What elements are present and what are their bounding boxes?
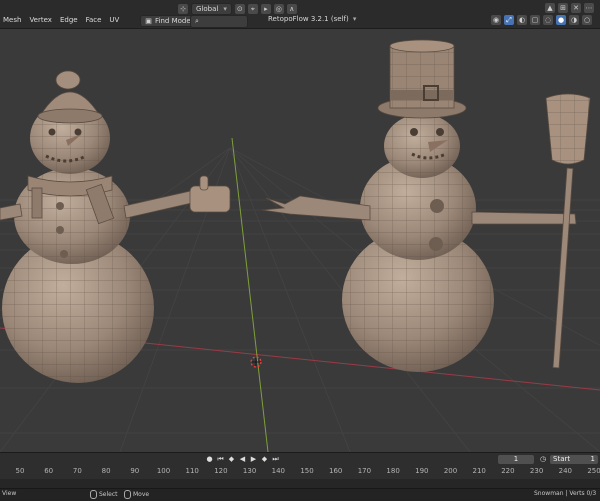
ruler-tick: 80 — [101, 467, 111, 475]
status-select-label: Select — [99, 491, 118, 498]
mouse-middle-icon — [124, 490, 131, 499]
status-move-label: Move — [133, 491, 150, 498]
viewport-scene — [0, 39, 600, 453]
prev-keyframe-icon[interactable]: ◆ — [227, 455, 236, 464]
ruler-tick: 250 — [587, 467, 600, 475]
wireframe-shading-icon[interactable]: ◌ — [543, 15, 553, 25]
status-move: Move — [124, 490, 149, 499]
gizmo-icon[interactable]: ⤢ — [504, 15, 514, 25]
orientation-axes-icon: ⊹ — [178, 4, 188, 14]
status-select: Select — [90, 490, 118, 499]
jump-end-icon[interactable]: ⏭ — [271, 455, 280, 464]
ruler-tick: 130 — [242, 467, 257, 475]
falloff-icon[interactable]: ∧ — [286, 4, 297, 14]
snowman-right[interactable] — [261, 39, 591, 372]
menu-face[interactable]: Face — [86, 16, 102, 24]
material-shading-icon[interactable]: ◑ — [569, 15, 579, 25]
ruler-tick: 120 — [214, 467, 228, 475]
start-value: 1 — [590, 455, 595, 463]
overlay-icon[interactable]: ◐ — [517, 15, 527, 25]
jump-start-icon[interactable]: ⏮ — [216, 455, 225, 464]
solid-shading-icon[interactable]: ● — [556, 15, 566, 25]
menu-edge[interactable]: Edge — [60, 16, 78, 24]
timeline-editor: ● ⏮ ◆ ◀ ▶ ◆ ⏭ 1 ◷ Start 1 50 60 70 80 90 100 1… — [0, 452, 600, 489]
play-icon[interactable]: ▶ — [249, 455, 258, 464]
addon-group: RetopoFlow 3.2.1 (self) — [268, 15, 356, 23]
frame-ruler[interactable]: 50 60 70 80 90 100 110 120 130 140 150 160 170 180 190… — [0, 467, 600, 477]
snowman-left[interactable] — [0, 70, 231, 383]
retopoflow-dropdown[interactable]: RetopoFlow 3.2.1 (self) — [268, 15, 356, 23]
search-icon: ⌕ — [195, 17, 199, 25]
ruler-tick: 140 — [271, 467, 285, 475]
status-bar: View Select Move Snowman | Verts 0/3 — [0, 488, 600, 501]
ruler-tick: 210 — [472, 467, 486, 475]
select-mode-icon[interactable]: ▲ — [545, 3, 555, 13]
render-shading-icon[interactable]: ○ — [582, 15, 592, 25]
proportional-edit-icon[interactable]: ◎ — [273, 4, 284, 14]
filter-icon[interactable]: ⊞ — [558, 3, 568, 13]
snap-icon[interactable]: ⌖ — [247, 4, 258, 14]
visibility-icon[interactable]: ◉ — [491, 15, 501, 25]
viewport-tools: ◉ ⤢ ◐ ▢ ◌ ● ◑ ○ — [491, 15, 592, 25]
ruler-tick: 190 — [415, 467, 429, 475]
mode-menu-bar: Mesh Vertex Edge Face UV — [3, 16, 119, 24]
find-models-icon: ▣ — [145, 16, 152, 25]
ruler-tick: 170 — [357, 467, 372, 475]
ruler-tick: 180 — [386, 467, 400, 475]
start-frame-field[interactable]: Start 1 — [550, 455, 598, 464]
status-view: View — [2, 490, 17, 497]
search-group: ⌕ — [190, 15, 248, 28]
ruler-tick: 240 — [558, 467, 572, 475]
ruler-tick: 60 — [44, 467, 54, 475]
ruler-tick: 90 — [130, 467, 140, 475]
status-stats: Snowman | Verts 0/3 — [534, 490, 597, 497]
current-frame-field[interactable]: 1 — [498, 455, 534, 464]
clock-icon: ◷ — [540, 455, 547, 463]
3d-viewport[interactable] — [0, 28, 600, 453]
3d-cursor[interactable] — [250, 356, 262, 368]
playback-controls: ● ⏮ ◆ ◀ ▶ ◆ ⏭ — [205, 455, 280, 464]
menu-vertex[interactable]: Vertex — [29, 16, 52, 24]
y-axis-line — [231, 137, 269, 453]
transform-orientation-dropdown[interactable]: Global — [191, 3, 232, 15]
ruler-tick: 110 — [185, 467, 199, 475]
ruler-tick: 220 — [501, 467, 515, 475]
start-label: Start — [553, 455, 571, 463]
retopoflow-label: RetopoFlow 3.2.1 (self) — [268, 15, 349, 23]
top-right-tools: ▲ ⊞ ✕ ⋯ — [545, 3, 594, 13]
menu-mesh[interactable]: Mesh — [3, 16, 21, 24]
ruler-tick: 160 — [329, 467, 343, 475]
transform-orientation-group: ⊹ Global ⊙ ⌖ ▸ ◎ ∧ — [178, 3, 297, 15]
options-icon[interactable]: ⋯ — [584, 3, 594, 13]
keyframe-track[interactable] — [0, 479, 600, 488]
orientation-label: Global — [196, 5, 219, 13]
pivot-point-icon[interactable]: ⊙ — [234, 4, 245, 14]
ruler-tick: 150 — [300, 467, 314, 475]
next-keyframe-icon[interactable]: ◆ — [260, 455, 269, 464]
close-icon[interactable]: ✕ — [571, 3, 581, 13]
current-frame-value: 1 — [513, 455, 519, 463]
xray-icon[interactable]: ▢ — [530, 15, 540, 25]
ruler-tick: 100 — [156, 467, 171, 475]
ruler-tick: 200 — [443, 467, 458, 475]
viewport-header: Mesh Vertex Edge Face UV ⊹ Global ⊙ ⌖ ▸ … — [0, 0, 600, 29]
record-icon[interactable]: ● — [205, 455, 214, 464]
ruler-tick: 50 — [15, 467, 25, 475]
menu-uv[interactable]: UV — [109, 16, 119, 24]
ruler-tick: 230 — [529, 467, 544, 475]
play-reverse-icon[interactable]: ◀ — [238, 455, 247, 464]
ruler-tick: 70 — [72, 467, 82, 475]
mouse-left-icon — [90, 490, 97, 499]
search-field[interactable]: ⌕ — [190, 15, 248, 28]
snap-target-icon[interactable]: ▸ — [260, 4, 271, 14]
